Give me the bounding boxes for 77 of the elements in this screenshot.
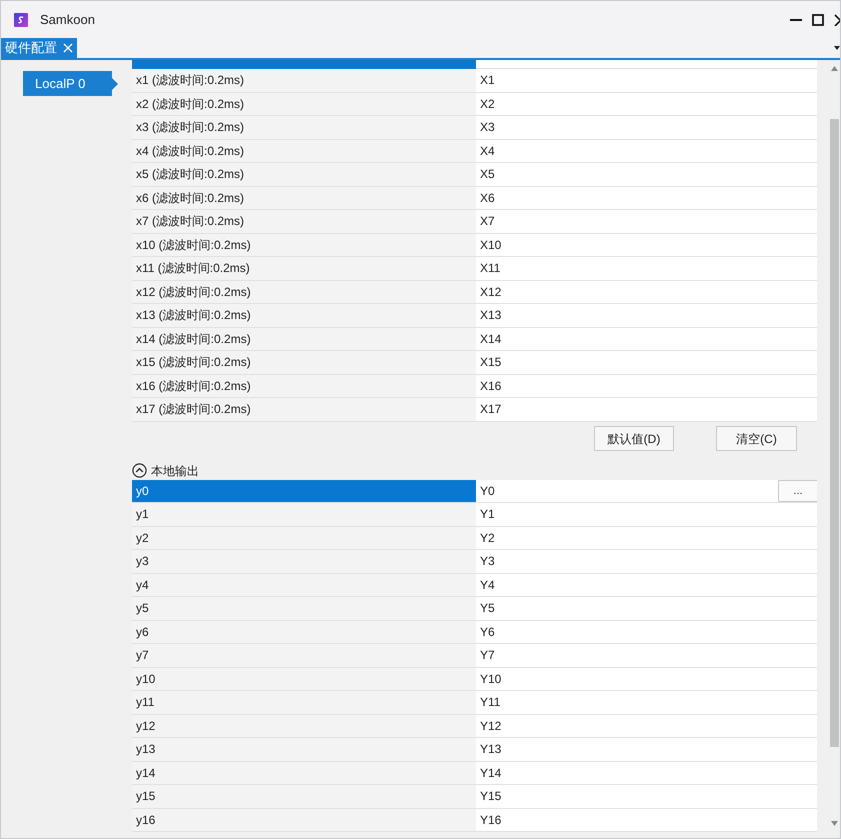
window-title: Samkoon <box>40 10 95 29</box>
table-cell-text: Y12 <box>479 718 502 735</box>
dropdown-arrow-icon[interactable] <box>834 46 840 51</box>
table-row[interactable]: y7 Y7 <box>132 644 817 668</box>
scroll-up-icon[interactable] <box>831 66 838 71</box>
table-row[interactable]: y6 Y6 <box>132 620 817 644</box>
scroll-down-icon[interactable] <box>831 821 838 826</box>
table-cell-text: X2 <box>479 96 495 113</box>
table-cell-text: Y4 <box>479 576 495 594</box>
table-row[interactable]: x3 (滤波时间:0.2ms) X3 <box>132 116 817 140</box>
table-row[interactable]: x15 (滤波时间:0.2ms) X15 <box>132 351 817 374</box>
table-row[interactable]: x12 (滤波时间:0.2ms) X12 <box>132 280 817 304</box>
table-cell-text: Y3 <box>479 553 495 570</box>
table-cell-text: X16 <box>479 378 502 395</box>
table-cell-text: X11 <box>479 260 500 278</box>
table-row[interactable]: y12 Y12 <box>132 714 817 738</box>
table-cell-text: Y6 <box>479 624 495 641</box>
table-cell-text: Y16 <box>479 812 502 829</box>
table-cell-text: X15 <box>479 354 502 372</box>
table-row[interactable]: x17 (滤波时间:0.2ms) X17 <box>132 398 817 422</box>
table-row[interactable]: x4 (滤波时间:0.2ms) X4 <box>132 140 817 163</box>
table-row[interactable]: x13 (滤波时间:0.2ms) X13 <box>132 304 817 328</box>
table-cell-text: Y0 <box>479 482 495 500</box>
table-row[interactable]: y5 Y5 <box>132 597 817 620</box>
table-row[interactable]: y14 Y14 <box>132 762 817 785</box>
table-cell-text: X7 <box>479 213 495 230</box>
table-row[interactable]: x14 (滤波时间:0.2ms) X14 <box>132 328 817 351</box>
table-row[interactable]: y13 Y13 <box>132 738 817 762</box>
section-title: 本地输出 <box>151 462 199 480</box>
table-row[interactable]: y16 Y16 <box>132 808 817 832</box>
table-row[interactable]: x10 (滤波时间:0.2ms) X10 <box>132 234 817 257</box>
browse-button[interactable]: ... <box>778 480 817 502</box>
table-row[interactable]: y4 Y4 <box>132 574 817 597</box>
table-cell-text: X17 <box>479 401 502 418</box>
table-cell-text: Y10 <box>479 670 502 688</box>
table-row[interactable]: x6 (滤波时间:0.2ms) X6 <box>132 186 817 210</box>
table-row[interactable]: x16 (滤波时间:0.2ms) X16 <box>132 374 817 398</box>
table-cell-text: Y7 <box>479 647 495 664</box>
table-row[interactable]: x11 (滤波时间:0.2ms) X11 <box>132 257 817 280</box>
table-cell-text: X5 <box>479 166 495 184</box>
table-cell-text: Y13 <box>479 741 502 758</box>
table-cell-text: Y5 <box>479 600 495 618</box>
table-row[interactable]: y3 Y3 <box>132 550 817 574</box>
table-cell-text: Y1 <box>479 506 495 524</box>
app-logo-icon <box>14 12 28 26</box>
table-cell-text: X10 <box>479 236 502 254</box>
action-button[interactable]: 清空(C) <box>716 426 797 451</box>
table-cell-text: X3 <box>479 119 495 136</box>
action-button[interactable]: 默认值(D) <box>594 426 674 451</box>
tab[interactable]: 硬件配置 <box>1 38 77 58</box>
table-row[interactable]: y1 Y1 <box>132 503 817 526</box>
table-row[interactable]: y2 Y2 <box>132 526 817 550</box>
table-row[interactable]: x1 (滤波时间:0.2ms) X1 <box>132 69 817 92</box>
table-cell-text: X6 <box>479 190 495 207</box>
close-tab-icon[interactable] <box>63 43 73 53</box>
table-cell-text: X1 <box>479 72 495 90</box>
collapse-icon[interactable] <box>132 463 147 478</box>
table-cell-text: Y15 <box>479 788 502 806</box>
table-cell-text: X14 <box>479 330 502 348</box>
table-row[interactable]: y15 Y15 <box>132 785 817 808</box>
table-row[interactable]: y11 Y11 <box>132 691 817 714</box>
table-row[interactable]: x5 (滤波时间:0.2ms) X5 <box>132 163 817 186</box>
maximize-icon[interactable] <box>812 14 824 26</box>
table-cell-text: Y11 <box>479 694 500 712</box>
sidebar-item[interactable]: LocalP 0 <box>23 71 112 96</box>
table-row[interactable]: y0 Y0 ... <box>132 480 817 503</box>
table-cell-text: X12 <box>479 284 502 301</box>
table-row[interactable]: x7 (滤波时间:0.2ms) X7 <box>132 210 817 234</box>
table-cell: y0 <box>132 480 476 502</box>
table-cell-text: Y2 <box>479 530 495 547</box>
table-row[interactable]: y10 Y10 <box>132 668 817 691</box>
table-cell-text: X13 <box>479 307 502 324</box>
table-row[interactable]: x2 (滤波时间:0.2ms) X2 <box>132 92 817 116</box>
scrollbar-thumb[interactable] <box>830 119 839 747</box>
table-cell-text: X4 <box>479 142 495 160</box>
selection-pointer-icon <box>112 78 118 90</box>
table-cell-text: Y14 <box>479 764 502 782</box>
